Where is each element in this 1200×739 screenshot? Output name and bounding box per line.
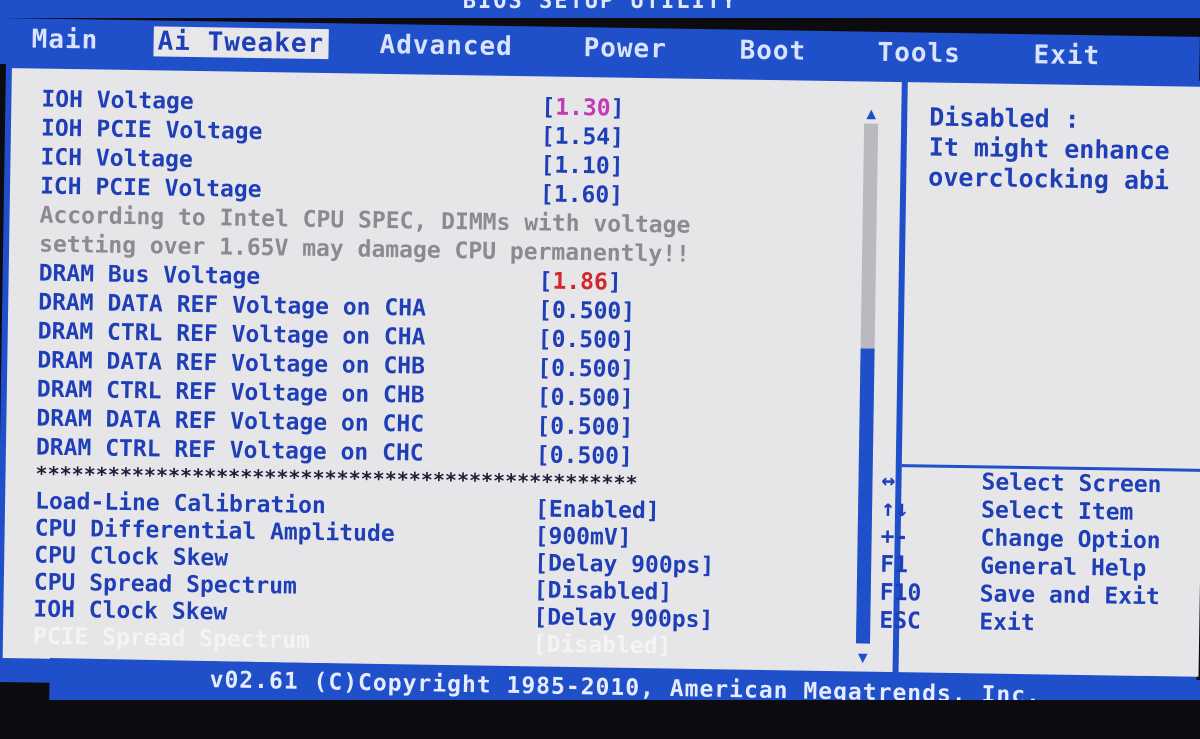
menu-tab-power[interactable]: Power <box>583 33 667 64</box>
menu-tab-tools[interactable]: Tools <box>877 38 961 69</box>
setting-value[interactable]: [1.54] <box>541 123 625 150</box>
setting-label: DRAM DATA REF Voltage on CHA <box>38 289 427 322</box>
setting-label: ICH PCIE Voltage <box>39 173 262 204</box>
setting-value[interactable]: [Disabled] <box>534 577 673 605</box>
setting-value[interactable]: [Delay 900ps] <box>533 604 713 633</box>
bios-frame: IOH Voltage [1.30] IOH PCIE Voltage [1.5… <box>0 62 1200 701</box>
setting-value[interactable]: [0.500] <box>538 297 635 325</box>
setting-value[interactable]: [0.500] <box>537 384 634 412</box>
setting-value[interactable]: [0.500] <box>538 326 635 354</box>
scrollbar-thumb[interactable] <box>855 348 875 644</box>
menu-tab-main[interactable]: Main <box>31 25 98 56</box>
setting-value[interactable]: [1.10] <box>540 152 624 179</box>
up-down-arrow-icon: ↑↓ <box>880 495 909 523</box>
help-text-line-3: overclocking abi <box>928 162 1170 196</box>
setting-label: CPU Spread Spectrum <box>33 569 298 600</box>
setting-label: DRAM Bus Voltage <box>38 260 261 291</box>
scroll-down-arrow-icon[interactable]: ▼ <box>853 647 873 667</box>
setting-label: DRAM DATA REF Voltage on CHB <box>37 347 426 380</box>
setting-value[interactable]: [900mV] <box>534 523 631 551</box>
plus-minus-icon: +- <box>880 523 909 551</box>
help-text-line-2: It might enhance <box>928 132 1170 166</box>
settings-panel: IOH Voltage [1.30] IOH PCIE Voltage [1.5… <box>2 68 902 673</box>
left-right-arrow-icon: ↔ <box>881 467 896 495</box>
monitor-bezel <box>0 700 1200 739</box>
scroll-up-arrow-icon[interactable]: ▲ <box>861 103 881 123</box>
setting-value[interactable]: [0.500] <box>537 355 634 383</box>
setting-label: PCIE Spread Spectrum <box>32 623 311 654</box>
setting-label: DRAM CTRL REF Voltage on CHB <box>36 376 425 409</box>
setting-value[interactable]: [Delay 900ps] <box>534 550 714 579</box>
menu-tab-boot[interactable]: Boot <box>739 36 806 67</box>
bios-title-bar: BIOS SETUP UTILITY <box>0 0 1200 18</box>
setting-label: CPU Clock Skew <box>34 542 229 572</box>
setting-value[interactable]: [1.86] <box>538 268 622 295</box>
setting-label: DRAM DATA REF Voltage on CHC <box>36 405 425 438</box>
setting-value[interactable]: [1.60] <box>540 181 624 208</box>
setting-value[interactable]: [0.500] <box>536 442 633 470</box>
help-panel: Disabled : It might enhance overclocking… <box>879 82 1200 677</box>
setting-value[interactable]: [1.30] <box>541 94 625 121</box>
setting-value[interactable]: [0.500] <box>536 413 633 441</box>
bios-title: BIOS SETUP UTILITY <box>462 0 738 14</box>
setting-label: IOH Voltage <box>41 86 194 115</box>
menu-tab-ai-tweaker[interactable]: Ai Tweaker <box>153 26 329 60</box>
help-text-line-1: Disabled : <box>929 102 1080 134</box>
key-hint-exit: ESC Exit <box>879 607 1035 637</box>
setting-label: IOH Clock Skew <box>33 596 228 626</box>
setting-label: ICH Voltage <box>40 144 194 173</box>
menu-tab-advanced[interactable]: Advanced <box>379 30 513 62</box>
setting-label: IOH PCIE Voltage <box>40 115 263 146</box>
setting-label: Load-Line Calibration <box>34 488 327 520</box>
setting-value[interactable]: [Disabled] <box>533 631 672 659</box>
menu-tab-exit[interactable]: Exit <box>1033 40 1100 71</box>
setting-label: DRAM CTRL REF Voltage on CHA <box>37 318 426 351</box>
setting-value[interactable]: [Enabled] <box>535 496 660 524</box>
